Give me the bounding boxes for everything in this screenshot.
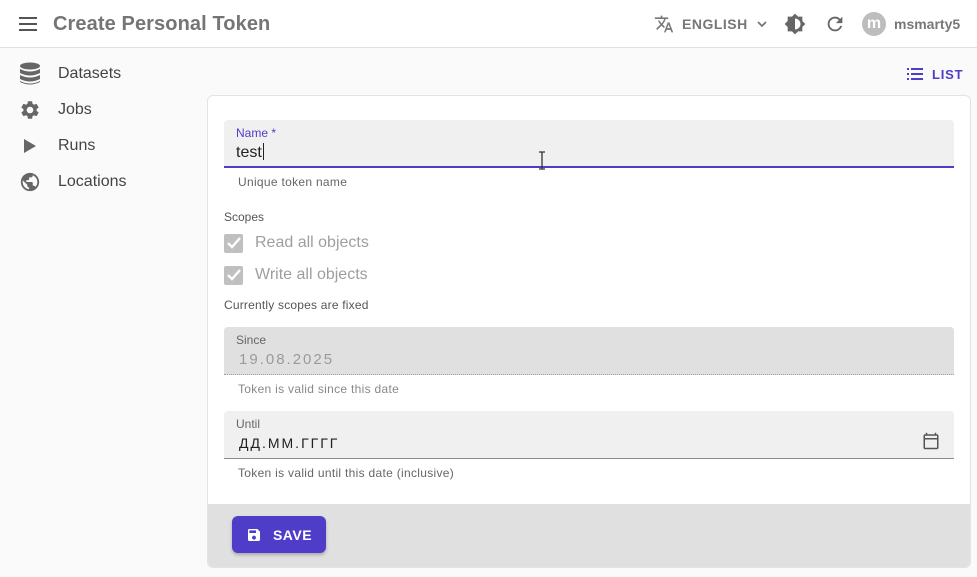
calendar-icon[interactable] (922, 432, 940, 450)
until-field[interactable]: Until ДД.ММ.ГГГГ (224, 411, 954, 459)
globe-icon (18, 170, 42, 194)
database-icon (18, 62, 42, 86)
since-label: Since (236, 333, 267, 347)
since-field: Since 19.08.2025 (224, 327, 954, 375)
gear-icon (18, 98, 42, 122)
checkbox-label: Read all objects (255, 234, 369, 251)
language-selector[interactable]: ENGLISH (654, 13, 768, 35)
scopes-label: Scopes (224, 210, 265, 224)
sidebar-item-label: Runs (58, 137, 96, 154)
language-label: ENGLISH (682, 16, 748, 32)
list-button[interactable]: LIST (907, 64, 963, 84)
list-label: LIST (932, 66, 964, 82)
sidebar-item-datasets[interactable]: Datasets (0, 56, 200, 92)
username: msmarty5 (894, 16, 961, 32)
chevron-down-icon (757, 21, 767, 28)
until-helper-text: Token is valid until this date (inclusiv… (238, 466, 455, 480)
translate-icon (654, 15, 674, 33)
checkbox-checked-icon (224, 233, 243, 253)
read-all-objects-checkbox[interactable]: Read all objects (224, 232, 369, 254)
avatar: m (862, 12, 886, 36)
scopes-note: Currently scopes are fixed (224, 298, 369, 312)
until-label: Until (236, 417, 261, 431)
name-field[interactable]: Name * test (224, 120, 954, 168)
sidebar-item-label: Datasets (58, 65, 122, 82)
play-icon (18, 134, 42, 158)
save-button[interactable]: SAVE (232, 516, 326, 553)
page-title: Create Personal Token (53, 13, 271, 35)
since-helper-text: Token is valid since this date (238, 382, 400, 396)
name-helper-text: Unique token name (238, 175, 348, 189)
form-toolbar: SAVE (208, 504, 970, 567)
sidebar-item-label: Jobs (58, 101, 92, 118)
since-input: 19.08.2025 (239, 351, 335, 368)
token-form: Name * test Unique token name Scopes Rea… (207, 95, 971, 568)
checkbox-checked-icon (224, 265, 243, 285)
text-caret (262, 143, 264, 160)
name-value: test (236, 144, 262, 161)
user-menu[interactable]: m msmarty5 (862, 12, 960, 36)
list-icon (907, 68, 923, 80)
sidebar-item-runs[interactable]: Runs (0, 128, 200, 164)
save-label: SAVE (272, 526, 313, 543)
sidebar-item-jobs[interactable]: Jobs (0, 92, 200, 128)
theme-toggle-icon[interactable] (784, 13, 806, 35)
until-input[interactable]: ДД.ММ.ГГГГ (239, 435, 339, 451)
menu-icon[interactable] (17, 13, 39, 35)
write-all-objects-checkbox[interactable]: Write all objects (224, 264, 368, 286)
refresh-icon[interactable] (824, 13, 846, 35)
sidebar-item-locations[interactable]: Locations (0, 164, 200, 200)
checkbox-label: Write all objects (255, 266, 368, 283)
save-icon (247, 528, 260, 541)
name-input[interactable]: test (236, 143, 264, 162)
sidebar-item-label: Locations (58, 173, 127, 190)
text-cursor-icon (539, 151, 545, 170)
name-label: Name * (236, 126, 277, 140)
app-bar: Create Personal Token ENGLISH m msmarty5 (0, 0, 977, 48)
